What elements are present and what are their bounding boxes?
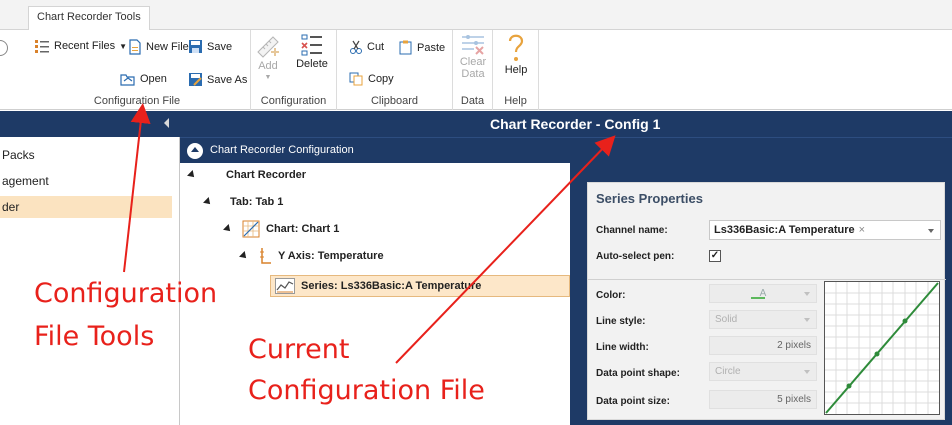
arrow-to-config-file-group	[123, 103, 151, 273]
annotation-arrows	[123, 103, 616, 364]
annotation-config-file-tools-line2: File Tools	[34, 321, 155, 352]
annotation-config-file-tools-line1: Configuration	[34, 278, 218, 309]
annotation-current-config-line1: Current	[248, 334, 350, 365]
arrow-to-current-config	[395, 135, 616, 364]
annotation-current-config-line2: Configuration File	[248, 375, 485, 406]
